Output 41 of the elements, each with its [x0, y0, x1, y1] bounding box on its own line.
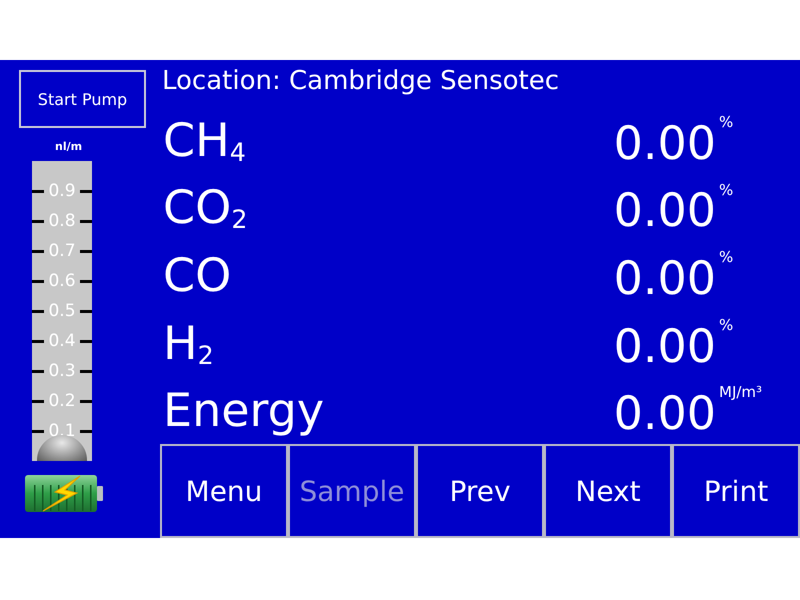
tick-mark — [80, 370, 92, 372]
gas-name: CH$_{4}$ — [163, 112, 246, 168]
tick-mark — [80, 400, 92, 402]
gas-name: Energy — [163, 382, 324, 438]
reading-unit: % — [719, 113, 734, 131]
tick-mark — [80, 280, 92, 282]
gas-name: CO — [163, 246, 232, 303]
reading-unit: MJ/m³ — [719, 383, 762, 402]
reading-value: 0.00 — [614, 250, 716, 306]
tick-mark — [32, 340, 44, 342]
tick-mark — [32, 190, 44, 192]
tick-mark — [80, 220, 92, 222]
reading-unit: % — [719, 248, 734, 266]
tick-mark — [32, 220, 44, 222]
start-pump-button[interactable]: Start Pump — [19, 70, 146, 128]
tick-mark — [80, 430, 92, 432]
gas-name: CO$_{2}$ — [163, 179, 248, 236]
tick-mark — [80, 340, 92, 342]
tick-mark — [32, 430, 44, 432]
reading-unit: % — [719, 180, 734, 199]
reading-value: 0.00 — [614, 182, 716, 238]
reading-value: 0.00 — [614, 318, 716, 374]
tick-mark — [32, 370, 44, 372]
nav-button[interactable]: Menu — [160, 444, 288, 538]
location-title: Location: Cambridge Sensotec — [161, 65, 560, 98]
reading-value: 0.00 — [614, 114, 716, 171]
tick-mark — [32, 400, 44, 402]
reading-unit: % — [719, 316, 734, 334]
gas-name: H$_{2}$ — [163, 314, 214, 371]
reading-value: 0.00 — [614, 385, 716, 442]
nav-button[interactable]: Next — [544, 444, 672, 538]
tick-mark — [32, 250, 44, 252]
tick-mark — [32, 280, 44, 282]
nav-button[interactable]: Prev — [416, 444, 544, 538]
tick-mark — [32, 310, 44, 312]
tick-mark — [80, 250, 92, 252]
flow-unit-label: nl/m — [54, 140, 82, 154]
nav-button[interactable]: Print — [672, 444, 800, 538]
tick-mark — [80, 190, 92, 192]
battery-charging-icon — [25, 475, 103, 512]
tick-mark — [80, 310, 92, 312]
